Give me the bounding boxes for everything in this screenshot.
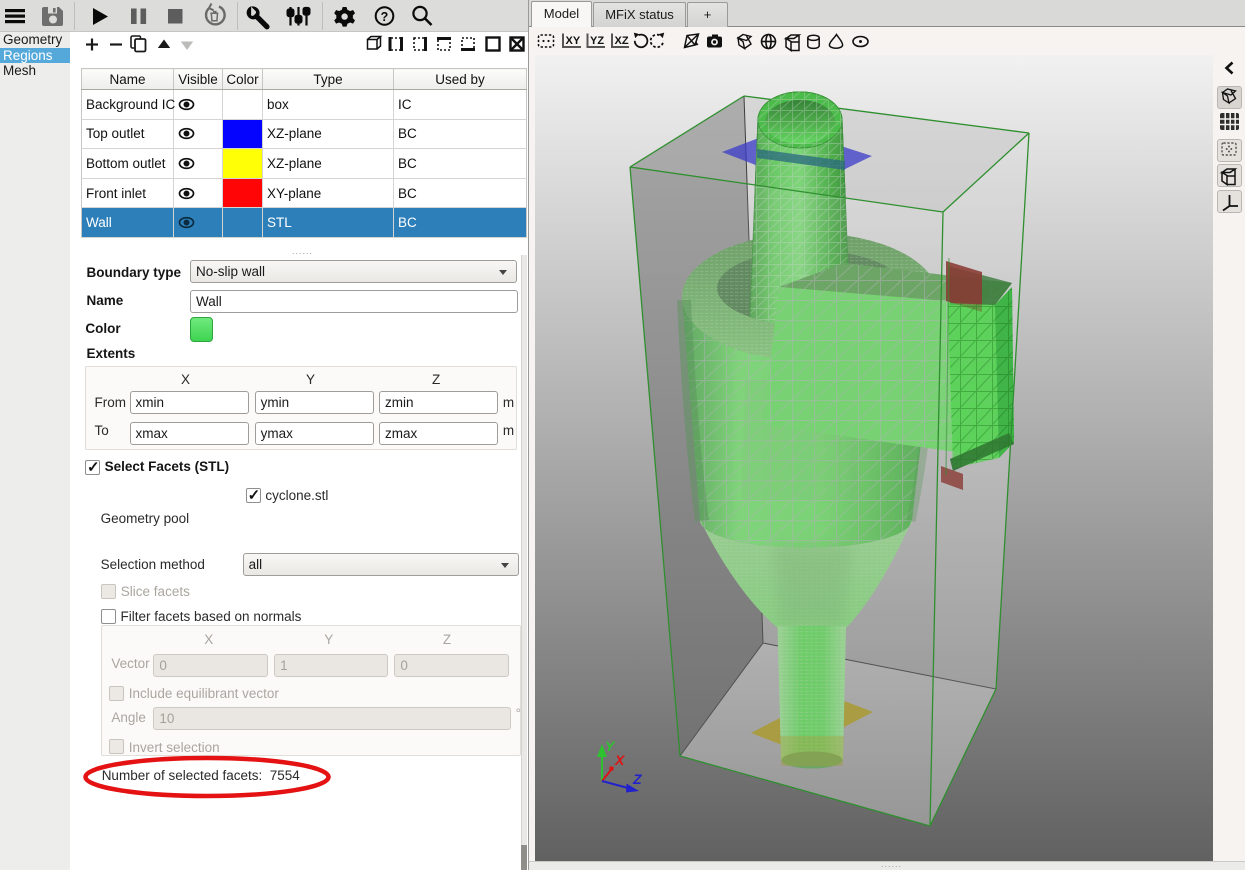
svg-text:Z: Z	[632, 771, 642, 787]
svg-text:YZ: YZ	[590, 35, 604, 47]
svg-text:X: X	[614, 752, 626, 768]
svg-text:XY: XY	[566, 35, 581, 47]
svg-text:XZ: XZ	[615, 35, 629, 47]
svg-text:?: ?	[381, 10, 389, 24]
